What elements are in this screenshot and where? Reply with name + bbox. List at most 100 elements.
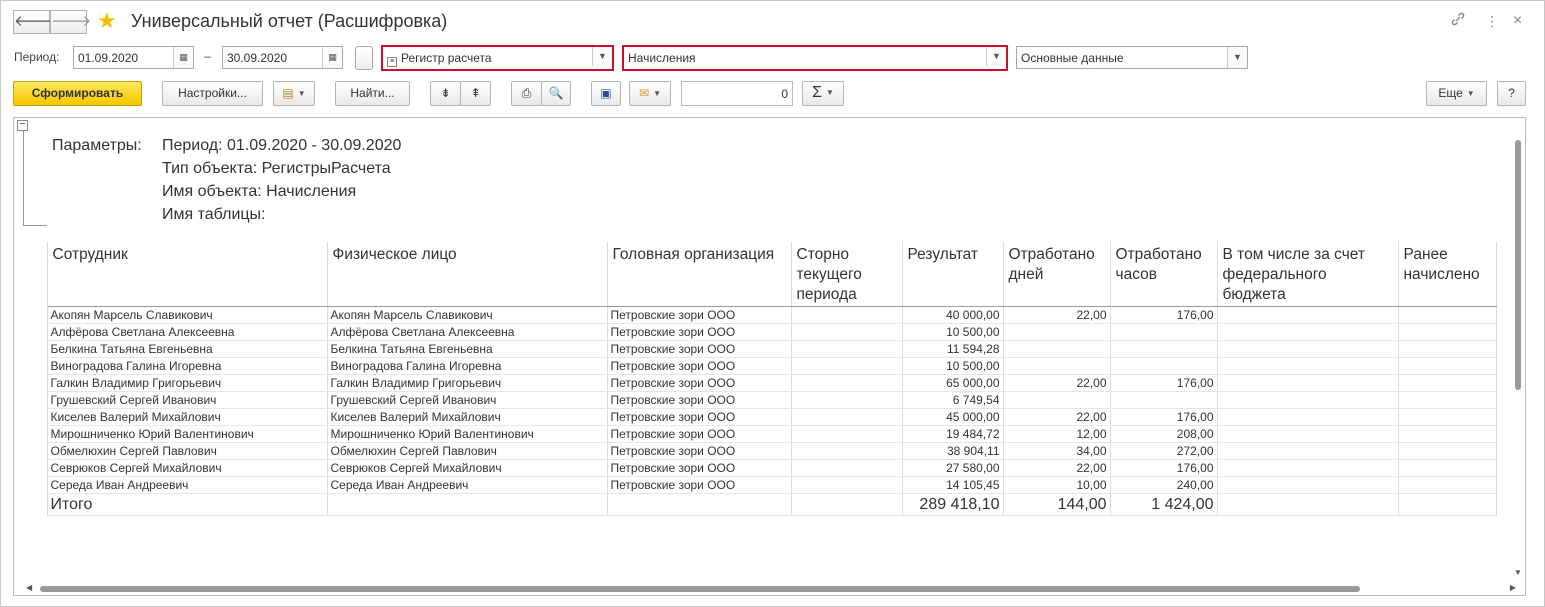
table-cell[interactable]: Белкина Татьяна Евгеньевна [47, 340, 328, 358]
table-cell[interactable] [1398, 493, 1497, 516]
table-cell[interactable]: 10 500,00 [902, 357, 1004, 375]
table-cell[interactable]: 22,00 [1003, 459, 1111, 477]
table-cell[interactable]: 38 904,11 [902, 442, 1004, 460]
collapse-group-icon[interactable]: − [17, 120, 28, 131]
table-cell[interactable] [791, 357, 903, 375]
table-cell[interactable] [1398, 476, 1497, 494]
table-cell[interactable] [1217, 323, 1399, 341]
table-row[interactable]: Алфёрова Светлана Алексеевна Алфёрова Све… [14, 323, 1497, 341]
chevron-down-icon[interactable]: ▼ [1227, 47, 1247, 68]
scroll-right-icon[interactable]: ▶ [1510, 583, 1516, 592]
table-row[interactable]: Галкин Владимир Григорьевич Галкин Владим… [14, 374, 1497, 392]
forward-button[interactable]: 🡒 [50, 10, 91, 34]
table-cell[interactable]: Галкин Владимир Григорьевич [327, 374, 608, 392]
table-cell[interactable] [1003, 323, 1111, 341]
table-cell[interactable]: 10 500,00 [902, 323, 1004, 341]
calendar-icon[interactable]: ▦ [322, 47, 342, 68]
table-cell[interactable]: 27 580,00 [902, 459, 1004, 477]
table-cell[interactable]: 40 000,00 [902, 306, 1004, 324]
table-cell[interactable] [1217, 408, 1399, 426]
table-cell[interactable]: Петровские зори ООО [607, 425, 792, 443]
table-cell[interactable]: Петровские зори ООО [607, 408, 792, 426]
table-cell[interactable]: Акопян Марсель Славикович [47, 306, 328, 324]
find-button[interactable]: Найти... [335, 81, 410, 106]
table-cell[interactable]: 144,00 [1003, 493, 1111, 516]
period-choice-button[interactable] [355, 46, 373, 70]
table-row[interactable]: Белкина Татьяна Евгеньевна Белкина Татьян… [14, 340, 1497, 358]
close-icon[interactable]: × [1513, 12, 1522, 30]
table-cell[interactable]: Киселев Валерий Михайлович [47, 408, 328, 426]
link-icon[interactable] [1451, 12, 1465, 30]
print-button[interactable]: ⎙ [511, 81, 542, 106]
table-cell[interactable] [1217, 493, 1399, 516]
table-cell[interactable] [791, 374, 903, 392]
table-cell[interactable]: Виноградова Галина Игоревна [327, 357, 608, 375]
sum-mode-button[interactable]: Σ ▼ [802, 81, 844, 106]
variant-button[interactable]: ▤ ▼ [273, 81, 315, 106]
table-cell[interactable]: 12,00 [1003, 425, 1111, 443]
table-cell[interactable] [791, 425, 903, 443]
table-cell[interactable]: 176,00 [1110, 408, 1218, 426]
table-cell[interactable]: Киселев Валерий Михайлович [327, 408, 608, 426]
table-cell[interactable]: Алфёрова Светлана Алексеевна [47, 323, 328, 341]
table-cell[interactable] [791, 493, 903, 516]
calendar-icon[interactable]: ▦ [173, 47, 193, 68]
expand-groups-button[interactable]: ⇟ [430, 81, 461, 106]
table-cell[interactable]: Середа Иван Андреевич [327, 476, 608, 494]
table-cell[interactable] [1217, 374, 1399, 392]
table-cell[interactable] [607, 493, 792, 516]
back-button[interactable]: 🡐 [13, 10, 54, 34]
table-cell[interactable] [1217, 391, 1399, 409]
table-cell[interactable]: 65 000,00 [902, 374, 1004, 392]
table-cell[interactable]: 45 000,00 [902, 408, 1004, 426]
table-cell[interactable]: Севрюков Сергей Михайлович [327, 459, 608, 477]
vertical-dots-icon[interactable]: ⋮ [1485, 12, 1499, 30]
table-cell[interactable]: 14 105,45 [902, 476, 1004, 494]
chevron-down-icon[interactable]: ▼ [592, 47, 612, 66]
table-row[interactable]: Акопян Марсель Славикович Акопян Марсель … [14, 306, 1497, 324]
table-cell[interactable]: 34,00 [1003, 442, 1111, 460]
table-cell[interactable] [1398, 391, 1497, 409]
table-cell[interactable] [1217, 476, 1399, 494]
period-from-field[interactable]: 01.09.2020 ▦ [73, 46, 194, 69]
table-cell[interactable]: Обмелюхин Сергей Павлович [47, 442, 328, 460]
horizontal-scrollbar[interactable]: ◀ ▶ [26, 583, 1516, 593]
table-cell[interactable] [791, 408, 903, 426]
table-cell[interactable]: Петровские зори ООО [607, 391, 792, 409]
table-cell[interactable] [1217, 425, 1399, 443]
table-cell[interactable]: 11 594,28 [902, 340, 1004, 358]
table-cell[interactable]: Петровские зори ООО [607, 323, 792, 341]
table-cell[interactable]: 22,00 [1003, 374, 1111, 392]
chevron-down-icon[interactable]: ▼ [986, 47, 1006, 66]
table-cell[interactable]: 176,00 [1110, 459, 1218, 477]
table-cell[interactable] [1110, 340, 1218, 358]
table-cell[interactable]: Мирошниченко Юрий Валентинович [327, 425, 608, 443]
table-cell[interactable] [791, 340, 903, 358]
table-cell[interactable] [791, 442, 903, 460]
table-cell[interactable]: 10,00 [1003, 476, 1111, 494]
table-cell[interactable]: 1 424,00 [1110, 493, 1218, 516]
collapse-groups-button[interactable]: ⇞ [460, 81, 491, 106]
table-cell[interactable]: Середа Иван Андреевич [47, 476, 328, 494]
scroll-left-icon[interactable]: ◀ [26, 583, 32, 592]
table-row[interactable]: Обмелюхин Сергей Павлович Обмелюхин Серге… [14, 442, 1497, 460]
table-cell[interactable]: Петровские зори ООО [607, 357, 792, 375]
table-cell[interactable] [1217, 306, 1399, 324]
table-cell[interactable]: Акопян Марсель Славикович [327, 306, 608, 324]
table-cell[interactable] [791, 459, 903, 477]
table-cell[interactable]: Виноградова Галина Игоревна [47, 357, 328, 375]
sum-value-field[interactable]: 0 [681, 81, 793, 106]
table-name-select[interactable]: Основные данные ▼ [1016, 46, 1248, 69]
period-to-field[interactable]: 30.09.2020 ▦ [222, 46, 343, 69]
table-row[interactable]: Севрюков Сергей Михайлович Севрюков Серге… [14, 459, 1497, 477]
table-cell[interactable]: 22,00 [1003, 306, 1111, 324]
table-cell[interactable]: Петровские зори ООО [607, 306, 792, 324]
table-cell[interactable] [1003, 391, 1111, 409]
horizontal-scroll-thumb[interactable] [40, 586, 1360, 592]
more-button[interactable]: Еще ▼ [1426, 81, 1487, 106]
table-cell[interactable] [1398, 357, 1497, 375]
help-button[interactable]: ? [1497, 81, 1526, 106]
total-row[interactable]: Итого 289 418,10 144,00 1 424,00 [14, 493, 1497, 516]
table-row[interactable]: Виноградова Галина Игоревна Виноградова Г… [14, 357, 1497, 375]
table-cell[interactable]: Мирошниченко Юрий Валентинович [47, 425, 328, 443]
